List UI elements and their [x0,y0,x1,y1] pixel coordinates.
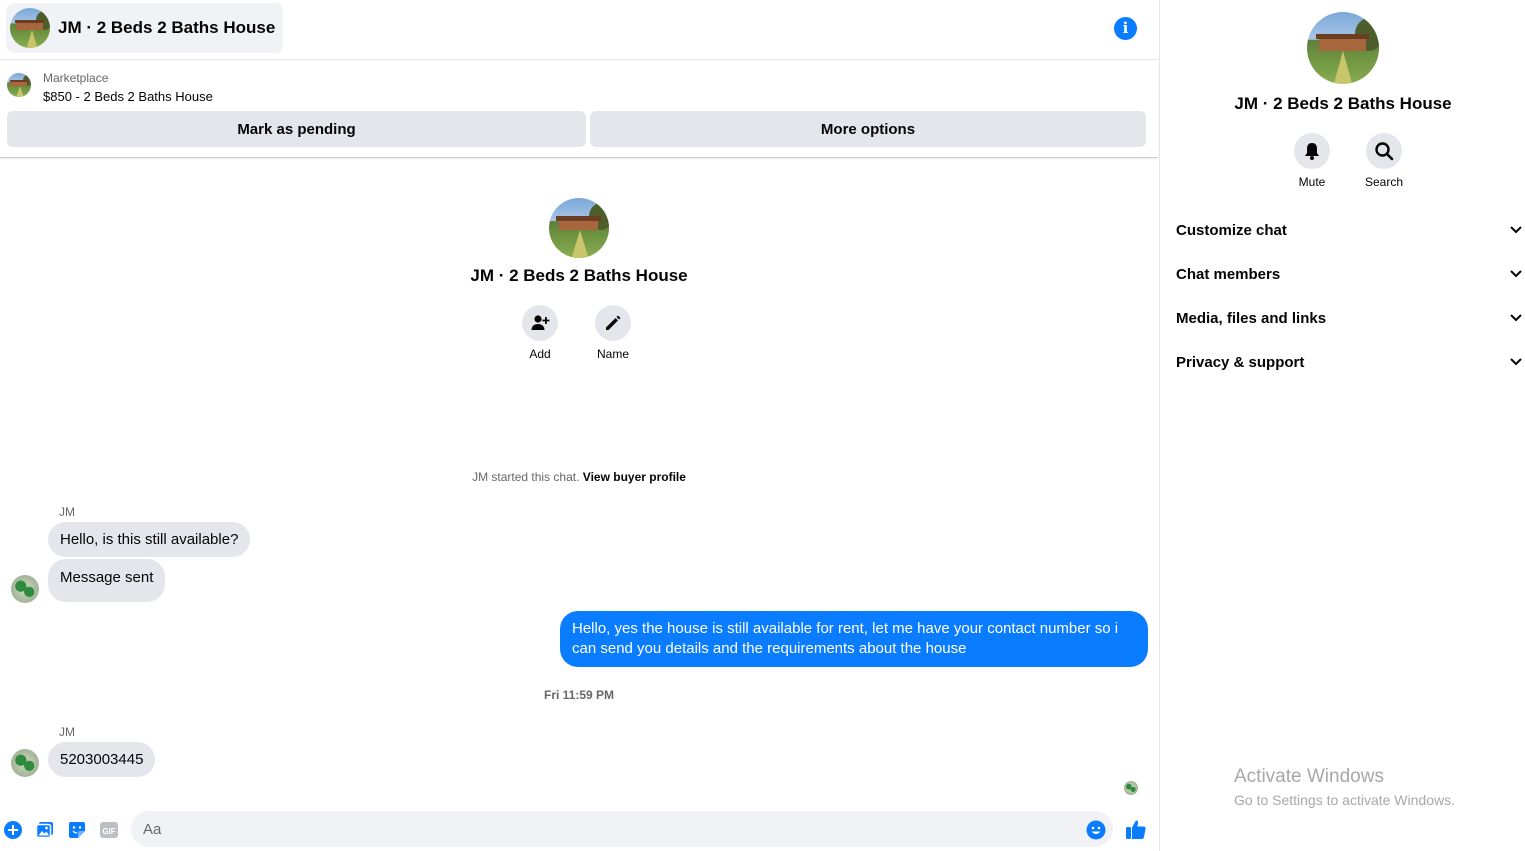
add-label: Add [529,347,551,361]
chat-main: JM · 2 Beds 2 Baths House i Marketplace … [0,0,1158,851]
chat-title: JM · 2 Beds 2 Baths House [58,18,276,37]
seen-indicator-avatar [1124,781,1138,795]
chat-intro-name: JM · 2 Beds 2 Baths House [470,266,688,285]
mute-button[interactable] [1294,133,1330,169]
watermark-title: Activate Windows [1234,766,1384,787]
sender-avatar[interactable] [11,749,39,777]
message-composer: GIF [0,808,1158,851]
section-privacy-support[interactable]: Privacy & support [1176,346,1522,378]
chat-intro: JM · 2 Beds 2 Baths House [0,198,1158,286]
sender-avatar[interactable] [11,575,39,603]
sticker-icon[interactable] [67,820,87,840]
chevron-down-icon [1510,270,1522,278]
marketplace-label: Marketplace [43,71,109,85]
section-customize-chat[interactable]: Customize chat [1176,214,1522,246]
section-label: Customize chat [1176,221,1287,239]
chat-intro-avatar [549,198,609,258]
mute-label: Mute [1298,175,1326,189]
side-profile-avatar[interactable] [1307,12,1379,84]
info-icon[interactable]: i [1114,17,1137,40]
section-media-files-links[interactable]: Media, files and links [1176,302,1522,334]
image-icon[interactable] [35,820,55,840]
chevron-down-icon [1510,226,1522,234]
search-button[interactable] [1366,133,1402,169]
message-bubble[interactable]: Message sent [48,559,166,602]
edit-name-button[interactable] [595,305,631,341]
message-bubble-outgoing[interactable]: Hello, yes the house is still available … [560,611,1148,667]
activate-windows-watermark: Activate Windows Go to Settings to activ… [1234,766,1455,808]
listing-title[interactable]: $850 - 2 Beds 2 Baths House [43,89,213,104]
watermark-subtitle: Go to Settings to activate Windows. [1234,792,1455,808]
section-chat-members[interactable]: Chat members [1176,258,1522,290]
search-icon [1375,142,1394,161]
message-bubble[interactable]: 5203003445 [48,742,156,777]
chat-title-button[interactable]: JM · 2 Beds 2 Baths House [6,3,284,53]
message-bubble[interactable]: Hello, is this still available? [48,522,251,557]
message-input[interactable] [131,811,1113,847]
message-sender: JM [59,725,75,739]
chat-started-notice: JM started this chat. View buyer profile [0,470,1158,484]
marketplace-bar: Marketplace $850 - 2 Beds 2 Baths House … [0,61,1158,158]
chat-header: JM · 2 Beds 2 Baths House i [0,0,1158,60]
plus-circle-icon[interactable] [3,820,23,840]
thumbs-up-icon[interactable] [1125,818,1147,840]
name-label: Name [596,347,629,361]
listing-avatar [10,8,50,48]
more-options-button[interactable]: More options [590,111,1146,147]
add-person-icon [531,315,550,330]
chat-started-text: JM started this chat. [472,470,580,484]
message-timestamp: Fri 11:59 PM [543,688,615,702]
svg-text:GIF: GIF [102,827,115,836]
section-label: Privacy & support [1176,353,1305,371]
section-label: Media, files and links [1176,309,1327,327]
side-profile: JM · 2 Beds 2 Baths House [1160,12,1525,114]
chevron-down-icon [1510,358,1522,366]
add-person-button[interactable] [522,305,558,341]
conversation-details-panel: JM · 2 Beds 2 Baths House Mute Search Cu… [1159,0,1525,851]
mark-pending-button[interactable]: Mark as pending [7,111,586,147]
bell-icon [1305,143,1319,160]
section-label: Chat members [1176,265,1281,283]
search-label: Search [1364,175,1404,189]
view-buyer-profile-link[interactable]: View buyer profile [583,470,686,484]
emoji-icon[interactable] [1086,820,1106,840]
chevron-down-icon [1510,314,1522,322]
pencil-icon [606,315,621,330]
gif-icon[interactable]: GIF [99,820,119,840]
message-sender: JM [59,505,75,519]
listing-thumbnail[interactable] [7,73,31,97]
side-profile-name: JM · 2 Beds 2 Baths House [1234,94,1452,113]
